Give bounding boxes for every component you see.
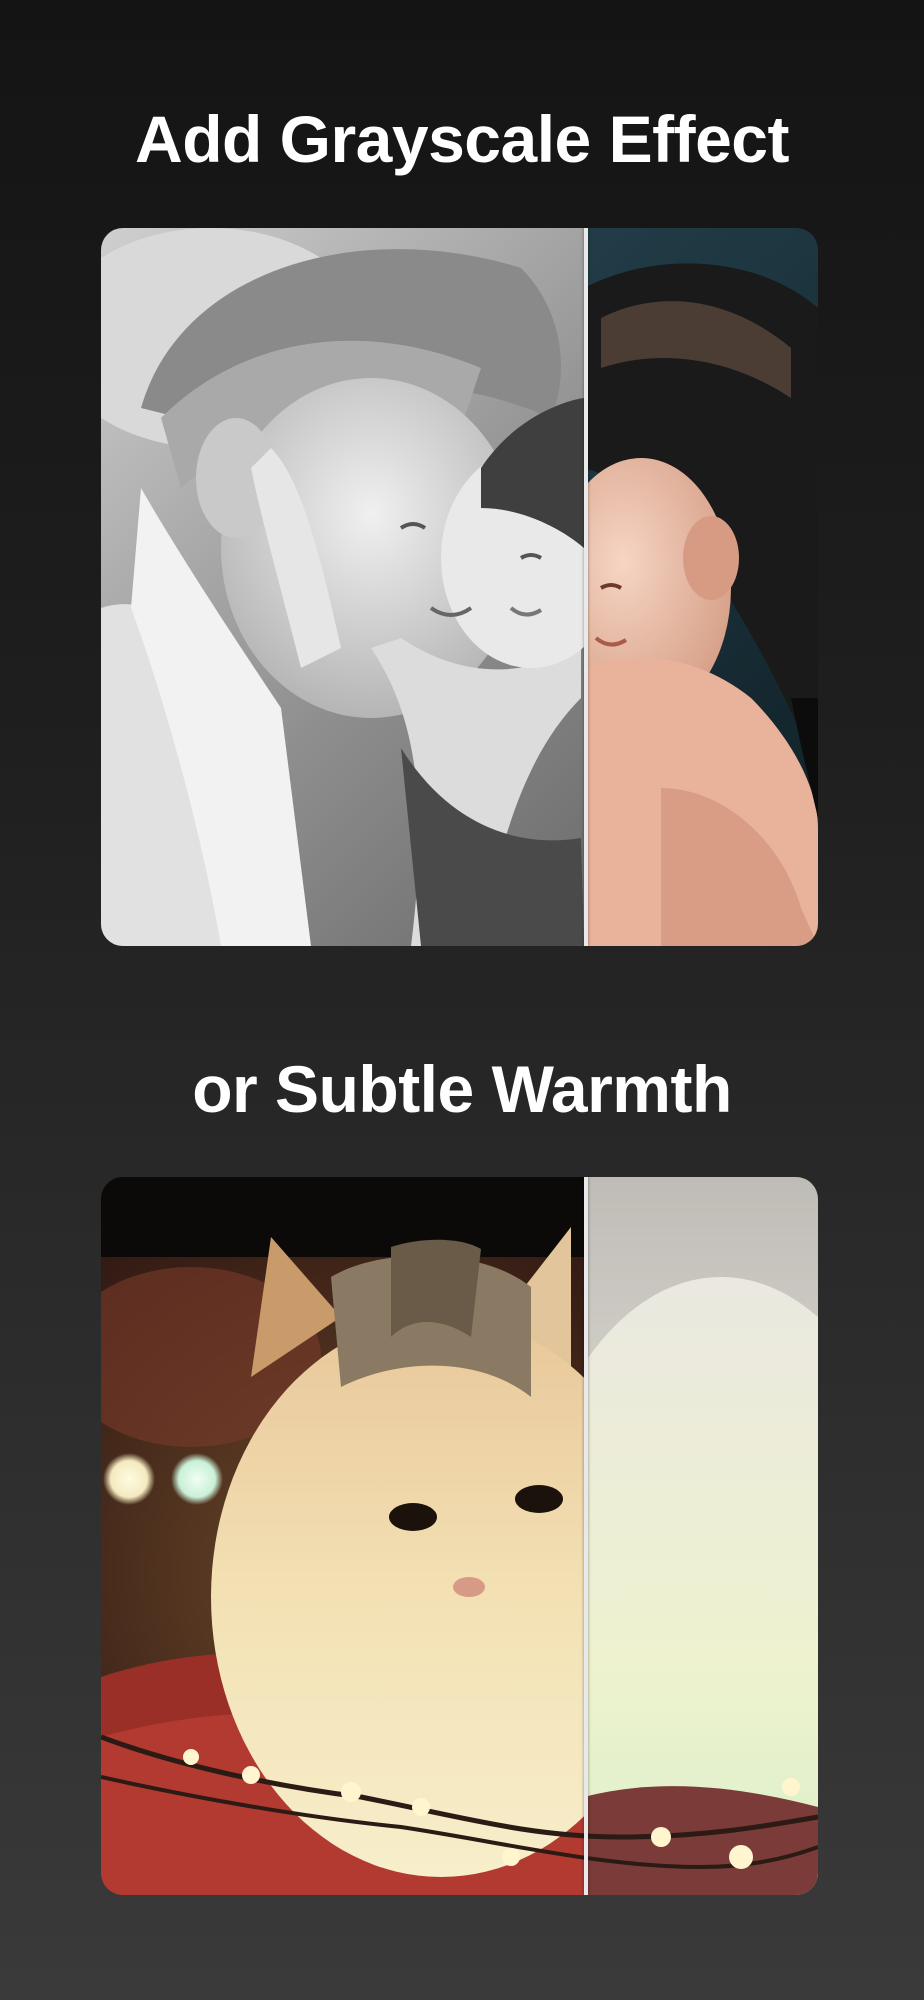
- kitten-photo: [101, 1177, 818, 1895]
- warmth-comparison-image[interactable]: [101, 1177, 818, 1895]
- comparison-slider-handle[interactable]: [584, 1177, 588, 1895]
- grayscale-comparison-image[interactable]: [101, 228, 818, 946]
- section-1-headline: Add Grayscale Effect: [135, 102, 789, 176]
- couple-photo: [101, 228, 818, 946]
- comparison-slider-handle[interactable]: [584, 228, 588, 946]
- section-2-headline: or Subtle Warmth: [192, 1052, 732, 1126]
